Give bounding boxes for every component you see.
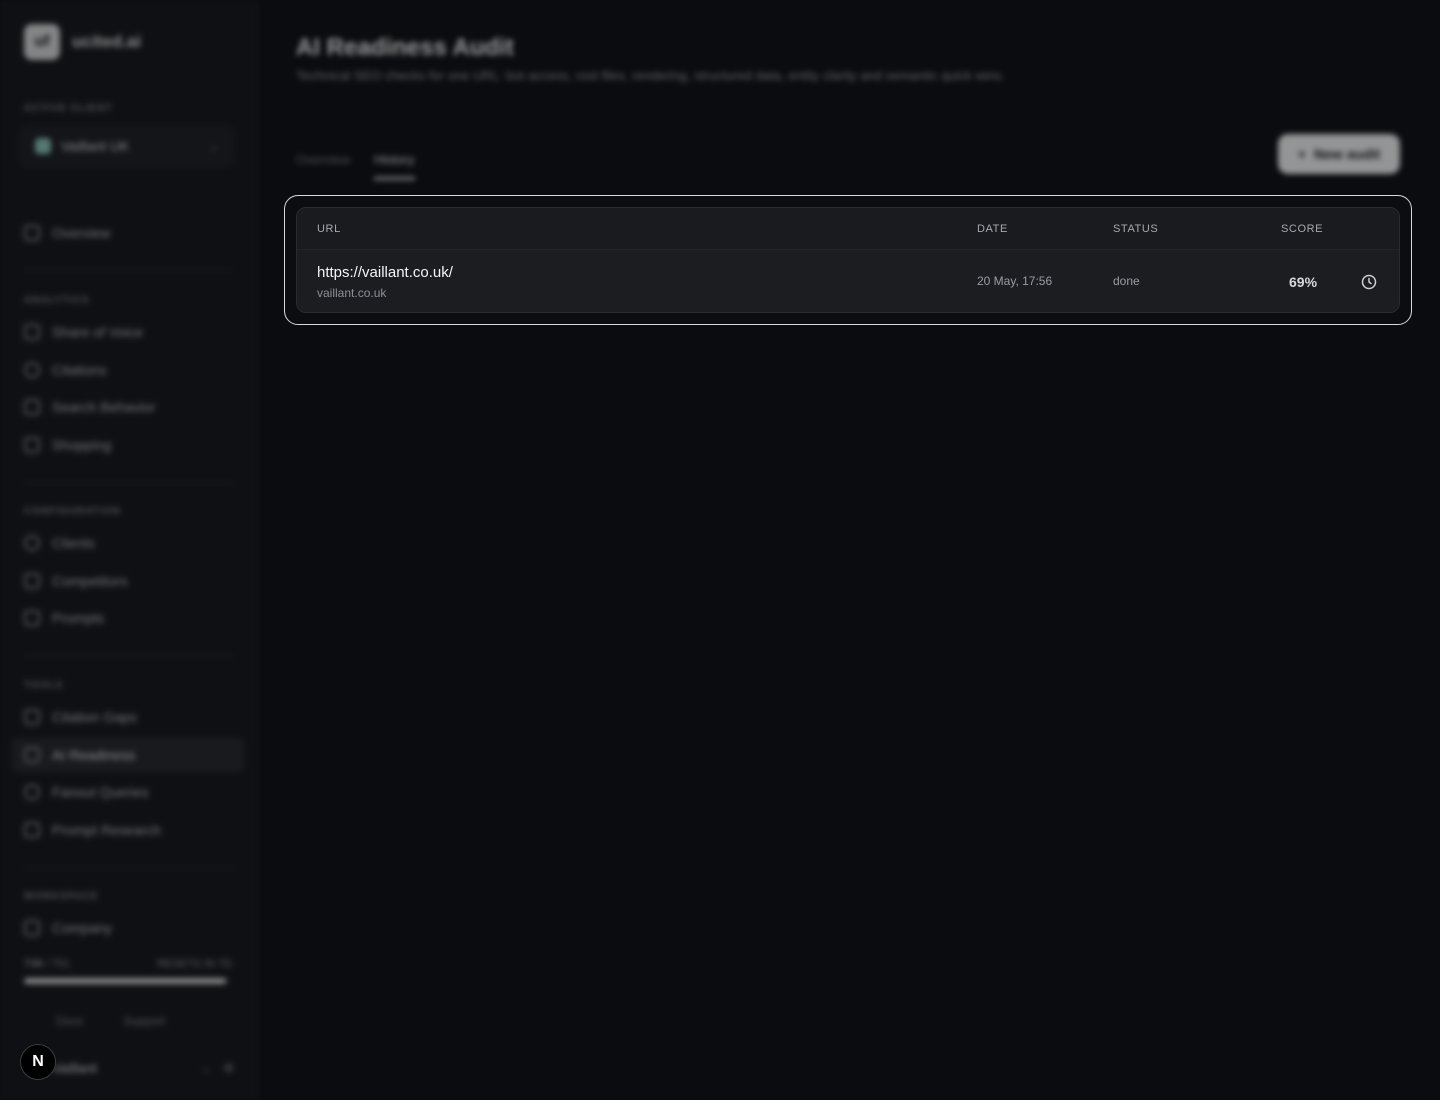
divider — [24, 482, 234, 483]
message-icon — [24, 610, 40, 626]
sidebar-item-label: Citations — [52, 362, 107, 378]
table-header: URL DATE STATUS SCORE — [297, 208, 1399, 250]
sidebar-item-prompt-research[interactable]: Prompt Research — [12, 813, 244, 847]
column-header-date: DATE — [977, 223, 1008, 235]
settings-icon[interactable]: ⚙ — [223, 1061, 234, 1075]
sidebar-item-shopping[interactable]: Shopping — [12, 428, 244, 462]
sidebar-item-label: Company — [52, 920, 112, 936]
sidebar-item-label: Clients — [52, 535, 95, 551]
usage-used: 738 — [24, 958, 43, 970]
brand[interactable]: uf ucited.ai — [24, 24, 141, 60]
sidebar-item-label: Shopping — [52, 437, 112, 453]
sidebar-item-label: Prompt Research — [52, 822, 161, 838]
plus-icon: + — [1297, 146, 1307, 162]
row-status: done — [1113, 274, 1140, 288]
sidebar-item-citations[interactable]: Citations — [12, 353, 244, 387]
focus-highlight: URL DATE STATUS SCORE https://vaillant.c… — [284, 195, 1412, 325]
flask-icon — [24, 822, 40, 838]
column-header-status: STATUS — [1113, 223, 1159, 235]
sidebar-item-company[interactable]: Company — [12, 911, 244, 945]
sidebar-item-ai-readiness[interactable]: AI Readiness — [12, 738, 244, 772]
column-header-url: URL — [317, 223, 341, 235]
users-icon — [24, 535, 40, 551]
search-icon — [24, 784, 40, 800]
row-date: 20 May, 17:56 — [977, 274, 1053, 288]
sidebar-item-fanout-queries[interactable]: Fanout Queries — [12, 775, 244, 809]
sidebar-item-overview[interactable]: Overview — [12, 216, 244, 250]
user-icon — [24, 573, 40, 589]
client-select[interactable]: Vaillant UK ⌄ — [20, 126, 234, 166]
usage-bar-fill — [24, 978, 226, 984]
table-row[interactable]: https://vaillant.co.uk/ vaillant.co.uk 2… — [297, 250, 1399, 312]
client-avatar — [35, 138, 51, 154]
divider — [24, 270, 234, 271]
sidebar: uf ucited.ai ACTIVE CLIENT Vaillant UK ⌄… — [0, 0, 258, 1100]
sidebar-item-prompts[interactable]: Prompts — [12, 601, 244, 635]
sidebar-item-share-of-voice[interactable]: Share of Voice — [12, 315, 244, 349]
page-title: AI Readiness Audit — [296, 34, 514, 61]
support-link[interactable]: Support — [123, 1014, 165, 1028]
chevron-down-icon[interactable]: ⌄ — [201, 1061, 211, 1075]
chevron-down-icon: ⌄ — [208, 139, 219, 153]
sidebar-item-label: Competitors — [52, 573, 128, 589]
section-label-analytics: ANALYTICS — [24, 295, 90, 306]
section-label-tools: TOOLS — [24, 680, 64, 691]
divider — [24, 655, 234, 656]
sidebar-item-citation-gaps[interactable]: Citation Gaps — [12, 700, 244, 734]
usage-bar — [24, 978, 230, 984]
sidebar-item-label: Fanout Queries — [52, 784, 149, 800]
sidebar-item-label: Share of Voice — [52, 324, 144, 340]
row-score: 69% — [1289, 274, 1318, 290]
brand-logo: uf — [24, 24, 60, 60]
usage-total: / 751 — [45, 958, 70, 970]
chart-icon — [24, 324, 40, 340]
usage-meter: 738 / 751 RESETS IN 7D — [24, 958, 232, 984]
sidebar-item-label: AI Readiness — [52, 747, 136, 763]
divider — [24, 867, 234, 868]
send-icon — [24, 399, 40, 415]
building-icon — [24, 920, 40, 936]
brand-name: ucited.ai — [72, 32, 141, 51]
new-audit-button[interactable]: + New audit — [1278, 134, 1400, 174]
section-label-configuration: CONFIGURATION — [24, 506, 121, 517]
row-url[interactable]: https://vaillant.co.uk/ — [317, 264, 453, 281]
clock-icon[interactable] — [1359, 272, 1379, 292]
page-subtitle: Technical SEO checks for one URL: bot ac… — [296, 68, 1005, 83]
grid-icon — [24, 225, 40, 241]
new-audit-label: New audit — [1314, 146, 1381, 162]
column-header-score: SCORE — [1281, 223, 1324, 235]
globe-icon — [24, 362, 40, 378]
dev-tools-badge[interactable]: N — [20, 1044, 56, 1080]
tab-history[interactable]: History — [374, 152, 415, 180]
sidebar-item-label: Overview — [52, 225, 111, 241]
shield-icon — [24, 747, 40, 763]
sidebar-item-clients[interactable]: Clients — [12, 526, 244, 560]
tab-overview[interactable]: Overview — [296, 152, 350, 180]
sidebar-item-competitors[interactable]: Competitors — [12, 564, 244, 598]
active-client-label: ACTIVE CLIENT — [24, 103, 113, 114]
history-table: URL DATE STATUS SCORE https://vaillant.c… — [296, 207, 1400, 313]
docs-link[interactable]: Docs — [56, 1014, 83, 1028]
sidebar-footer-links: Docs Support — [56, 1014, 165, 1028]
sidebar-item-label: Citation Gaps — [52, 709, 137, 725]
sidebar-item-search-behavior[interactable]: Search Behavior — [12, 390, 244, 424]
client-name: Vaillant UK — [61, 138, 130, 154]
sidebar-item-label: Prompts — [52, 610, 105, 626]
bulb-icon — [24, 709, 40, 725]
main-header: AI Readiness Audit Technical SEO checks … — [258, 0, 1440, 200]
section-label-workspace: WORKSPACE — [24, 891, 99, 902]
cart-icon — [24, 437, 40, 453]
tab-bar: Overview History — [296, 152, 415, 180]
row-host: vaillant.co.uk — [317, 286, 387, 300]
sidebar-item-label: Search Behavior — [52, 399, 156, 415]
usage-reset-note: RESETS IN 7D — [156, 958, 232, 970]
